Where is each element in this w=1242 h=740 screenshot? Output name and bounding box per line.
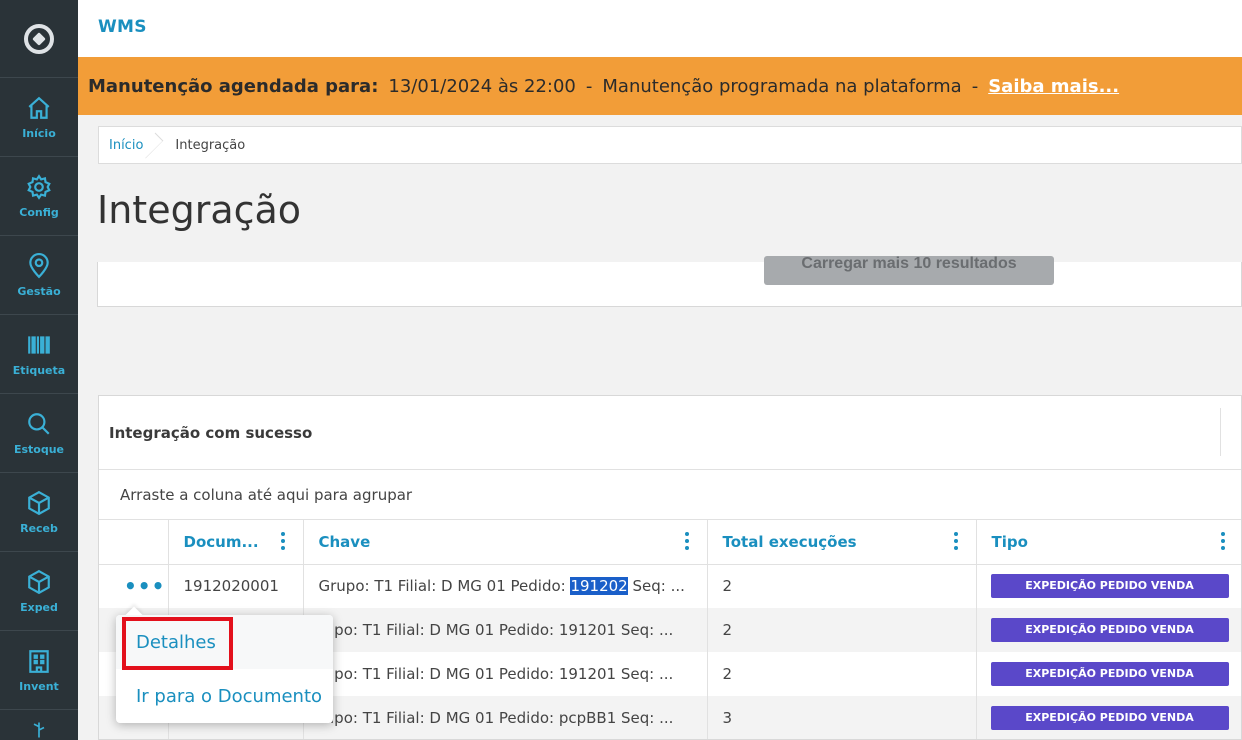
group-hint: Arraste a coluna até aqui para agrupar <box>120 485 413 504</box>
selected-text: 191202 <box>570 577 628 596</box>
banner-learn-more-link[interactable]: Saiba mais... <box>988 76 1119 97</box>
sidebar-item-config[interactable]: Config <box>0 157 78 236</box>
box-icon <box>28 569 50 594</box>
cell-total: 2 <box>707 564 977 608</box>
gear-icon <box>27 173 51 200</box>
tree-icon <box>33 722 45 738</box>
page-title: Integração <box>97 188 302 232</box>
cell-total: 2 <box>707 652 977 696</box>
banner-separator: - <box>585 75 593 97</box>
cell-total: 3 <box>707 696 977 739</box>
cell-chave: rupo: T1 Filial: D MG 01 Pedido: 191201 … <box>303 652 708 696</box>
sidebar-item-etiqueta[interactable]: Etiqueta <box>0 315 78 394</box>
load-more-button[interactable]: Carregar mais 10 resultados <box>764 256 1054 285</box>
column-header-tipo[interactable]: Tipo <box>976 520 1241 565</box>
sidebar-item-receb[interactable]: Receb <box>0 473 78 552</box>
menu-item-detalhes[interactable]: Detalhes <box>116 615 333 669</box>
building-icon <box>29 649 49 673</box>
banner-separator: - <box>971 75 979 97</box>
banner-label: Manutenção agendada para: <box>88 75 379 97</box>
top-bar: WMS <box>78 0 1242 57</box>
sidebar-item-label: Exped <box>20 600 58 614</box>
column-menu-icon[interactable] <box>280 532 285 550</box>
column-menu-icon[interactable] <box>684 532 689 550</box>
home-icon <box>28 96 50 119</box>
column-label: Docum... <box>183 532 259 551</box>
banner-message: Manutenção programada na plataforma <box>602 75 962 97</box>
breadcrumb-home-link[interactable]: Início <box>99 127 157 163</box>
sidebar-item-label: Invent <box>19 679 59 693</box>
row-actions-icon[interactable]: ••• <box>114 574 165 598</box>
app-logo[interactable] <box>0 0 78 78</box>
sidebar-item-gestao[interactable]: Gestão <box>0 236 78 315</box>
cell-documento: 1912020001 <box>168 564 304 608</box>
breadcrumb-current: Integração <box>175 137 246 153</box>
card-title: Integração com sucesso <box>109 423 313 442</box>
cell-tipo: EXPEDIÇÃO PEDIDO VENDA <box>976 564 1241 608</box>
sidebar-item-more[interactable] <box>0 710 78 740</box>
tipo-badge: EXPEDIÇÃO PEDIDO VENDA <box>990 662 1229 686</box>
map-pin-icon <box>29 252 49 278</box>
sidebar-item-label: Config <box>19 205 59 219</box>
sidebar-item-exped[interactable]: Exped <box>0 552 78 631</box>
app-title: WMS <box>98 17 147 37</box>
breadcrumb: Início Integração <box>98 126 1242 164</box>
column-menu-icon[interactable] <box>953 532 958 550</box>
sidebar-item-estoque[interactable]: Estoque <box>0 394 78 473</box>
card-header: Integração com sucesso <box>99 396 1241 470</box>
maintenance-banner: Manutenção agendada para: 13/01/2024 às … <box>78 57 1242 115</box>
column-header-chave[interactable]: Chave <box>303 520 708 565</box>
column-header-documento[interactable]: Docum... <box>168 520 304 565</box>
box-icon <box>28 490 50 515</box>
search-icon <box>28 412 50 435</box>
sidebar-item-inicio[interactable]: Início <box>0 78 78 157</box>
sidebar-item-label: Etiqueta <box>12 363 66 377</box>
cell-tipo: EXPEDIÇÃO PEDIDO VENDA <box>976 652 1241 696</box>
column-header-total-execucoes[interactable]: Total execuções <box>707 520 977 565</box>
sidebar-item-invent[interactable]: Invent <box>0 631 78 710</box>
column-label: Total execuções <box>722 532 857 551</box>
barcode-icon <box>28 335 50 354</box>
sidebar-item-label: Início <box>22 126 56 140</box>
sidebar-item-label: Receb <box>20 521 58 535</box>
row-context-menu: Detalhes Ir para o Documento <box>116 615 333 723</box>
cell-chave: Grupo: T1 Filial: D MG 01 Pedido: 191202… <box>303 564 708 608</box>
sidebar-item-label: Gestão <box>17 284 61 298</box>
table-header-row: Docum... Chave Total execuções Tipo <box>99 520 1241 565</box>
column-header-actions <box>99 520 169 565</box>
header-divider <box>1220 408 1221 456</box>
tipo-badge: EXPEDIÇÃO PEDIDO VENDA <box>990 706 1229 730</box>
cell-tipo: EXPEDIÇÃO PEDIDO VENDA <box>976 608 1241 652</box>
column-menu-icon[interactable] <box>1220 532 1225 550</box>
group-drop-area[interactable]: Arraste a coluna até aqui para agrupar <box>99 470 1241 520</box>
cell-chave: rupo: T1 Filial: D MG 01 Pedido: 191201 … <box>303 608 708 652</box>
tipo-badge: EXPEDIÇÃO PEDIDO VENDA <box>990 618 1229 642</box>
menu-item-ir-para-documento[interactable]: Ir para o Documento <box>116 669 333 723</box>
column-label: Tipo <box>991 532 1028 551</box>
table-row: ••• 1912020001 Grupo: T1 Filial: D MG 01… <box>99 564 1241 608</box>
logo-icon <box>24 23 54 54</box>
column-label: Chave <box>318 532 371 551</box>
sidebar-item-label: Estoque <box>13 442 65 456</box>
chave-text: Seq: ... <box>627 577 685 596</box>
tipo-badge: EXPEDIÇÃO PEDIDO VENDA <box>990 574 1229 599</box>
cell-chave: rupo: T1 Filial: D MG 01 Pedido: pcpBB1 … <box>303 696 708 739</box>
upper-card: Carregar mais 10 resultados <box>97 256 1242 307</box>
cell-tipo: EXPEDIÇÃO PEDIDO VENDA <box>976 696 1241 739</box>
chave-text: Grupo: T1 Filial: D MG 01 Pedido: <box>318 577 571 596</box>
sidebar: Início Config Gestão Etiqueta Estoque Re… <box>0 0 78 740</box>
banner-datetime: 13/01/2024 às 22:00 <box>388 75 576 97</box>
cell-total: 2 <box>707 608 977 652</box>
